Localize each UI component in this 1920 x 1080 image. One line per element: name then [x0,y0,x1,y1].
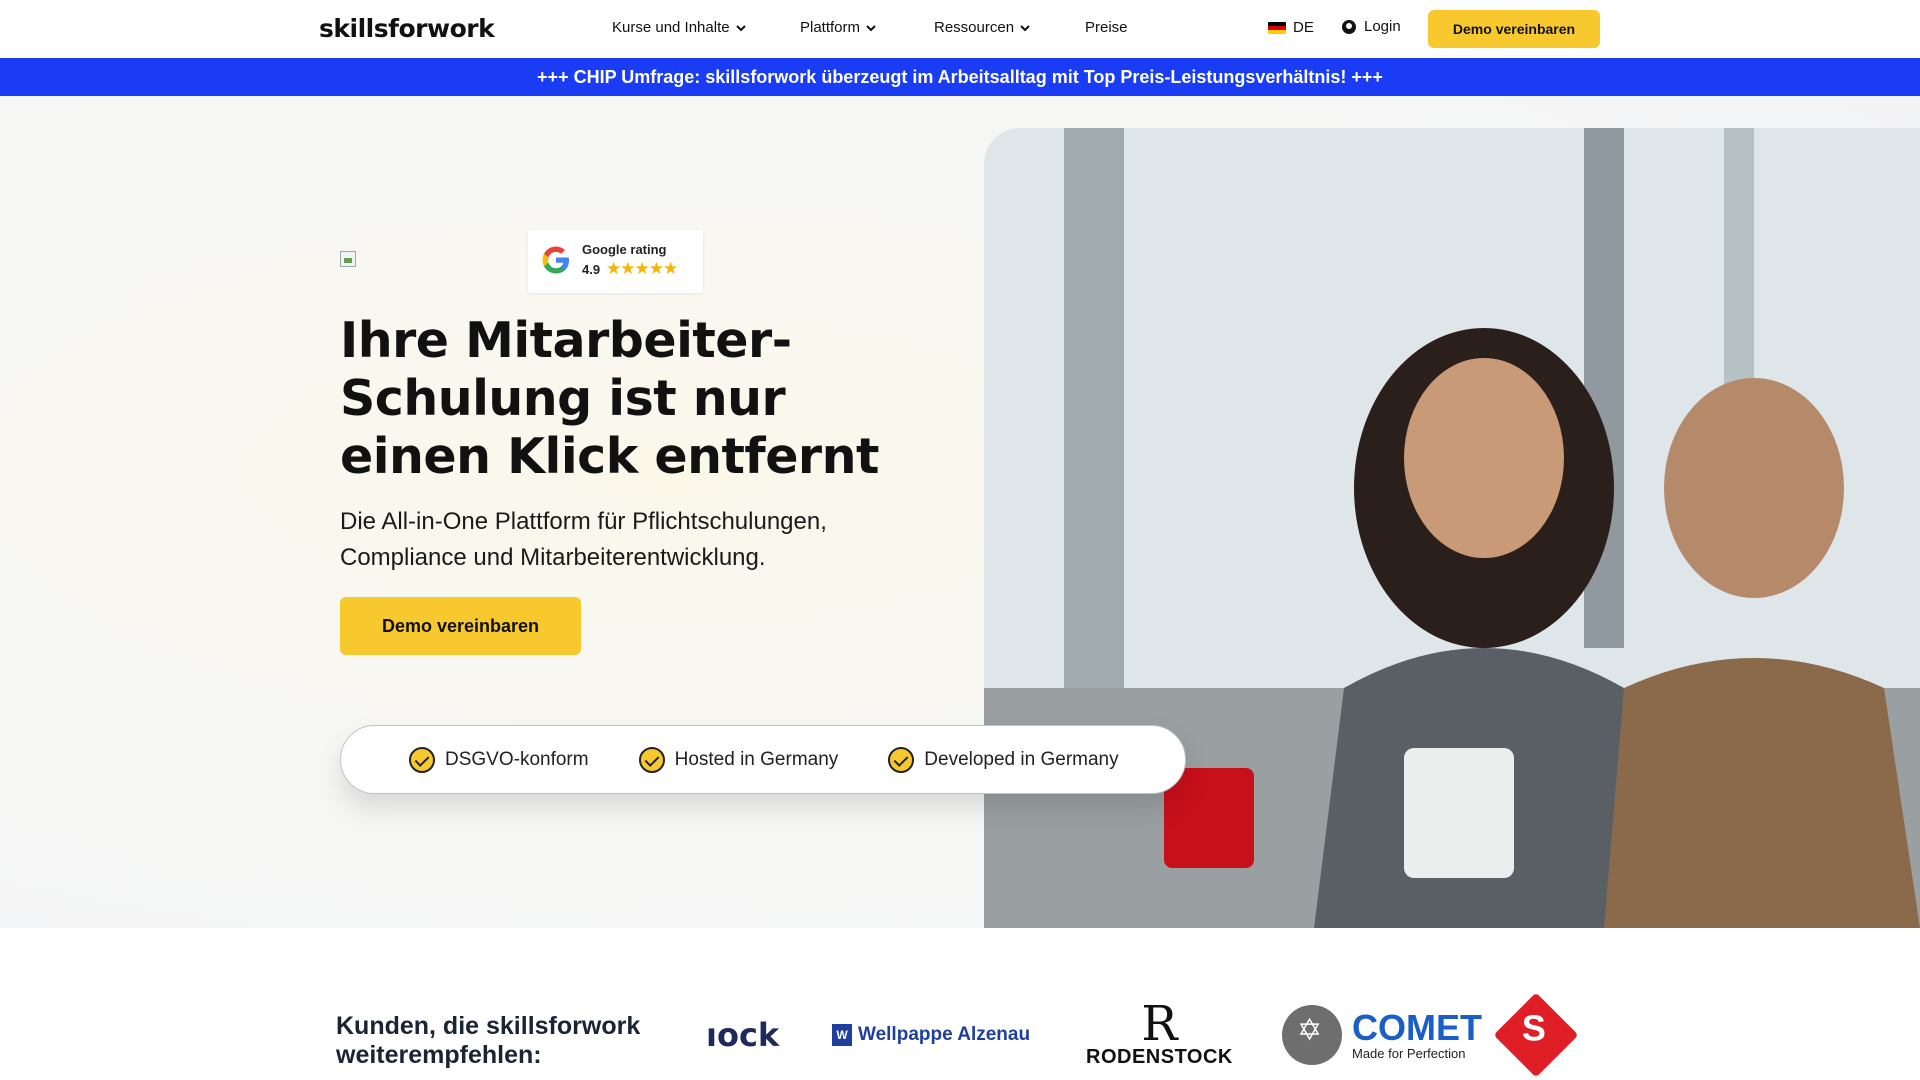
german-flag-icon [1268,21,1286,34]
demo-button-nav[interactable]: Demo vereinbaren [1428,10,1600,48]
chevron-down-icon [1020,24,1030,31]
logo-text: RODENSTOCK [1086,1045,1233,1068]
customer-logo-s: S [1493,990,1579,1080]
login-link[interactable]: Login [1342,18,1401,35]
demo-button-hero[interactable]: Demo vereinbaren [340,597,581,655]
customer-logos-carousel: ıock W Wellpappe Alzenau R RODENSTOCK CO… [706,990,1600,1080]
hero-subline: Die All-in-One Plattform für Pflichtschu… [340,508,827,571]
check-circle-icon [409,746,435,773]
google-rating-badge[interactable]: Google rating 4.9 ★★★★★ [528,230,703,293]
broken-image-icon [340,251,356,267]
logo-text: COMET [1352,1006,1482,1048]
comet-emblem-icon [1282,1005,1342,1065]
trust-label: Developed in Germany [924,748,1119,770]
customer-logo-wellpappe: W Wellpappe Alzenau [832,990,1030,1080]
nav-item-label: Plattform [800,19,861,36]
nav-item-kurse[interactable]: Kurse und Inhalte [612,19,746,36]
logo-mark-letter: S [1521,1007,1546,1049]
customer-logo: ıock [706,1016,780,1054]
trust-item: DSGVO-konform [409,746,589,773]
top-navigation: skillsforwork Kurse und Inhalte Plattfor… [0,0,1920,58]
check-circle-icon [638,746,665,773]
hero-photo [984,128,1920,928]
customer-logo-comet: COMET Made for Perfection [1282,990,1482,1080]
nav-item-ressourcen[interactable]: Ressourcen [934,19,1030,36]
user-icon [1342,19,1356,34]
star-rating-icon: ★★★★★ [606,259,678,278]
language-switcher[interactable]: DE [1268,19,1314,36]
login-label: Login [1364,18,1401,35]
rating-title: Google rating [582,242,667,257]
office-photo-illustration [984,128,1920,928]
nav-item-preise[interactable]: Preise [1085,19,1128,36]
trust-item: Hosted in Germany [638,746,839,773]
check-circle-icon [888,746,915,773]
s-diamond-icon: S [1493,992,1579,1078]
brand-logo[interactable]: skillsforwork [319,14,495,43]
logo-tagline: Made for Perfection [1352,1045,1466,1061]
announcement-banner[interactable]: +++ CHIP Umfrage: skillsforwork überzeug… [0,58,1920,96]
customer-logo-rodenstock: R RODENSTOCK [1086,990,1233,1080]
customers-heading: Kunden, die skillsforwork weiterempfehle… [336,1012,641,1069]
nav-item-label: Kurse und Inhalte [612,19,730,36]
nav-item-label: Preise [1085,19,1128,36]
nav-item-plattform[interactable]: Plattform [800,19,876,36]
rodenstock-mark-icon: R [1141,995,1178,1052]
rating-value: 4.9 [582,262,601,277]
chevron-down-icon [866,24,876,31]
nav-item-label: Ressourcen [934,19,1015,36]
hero-headline: Ihre Mitarbeiter-Schulung ist nur einen … [340,312,879,485]
trust-item: Developed in Germany [888,746,1119,773]
logo-text: Wellpappe Alzenau [858,1024,1031,1045]
wellpappe-mark-icon: W [832,1024,852,1046]
trust-label: DSGVO-konform [445,748,589,770]
google-g-icon [542,246,569,274]
trust-label: Hosted in Germany [674,748,839,770]
language-label: DE [1293,19,1314,36]
trust-badges-bar: DSGVO-konform Hosted in Germany Develope… [340,725,1186,794]
chevron-down-icon [735,24,746,31]
